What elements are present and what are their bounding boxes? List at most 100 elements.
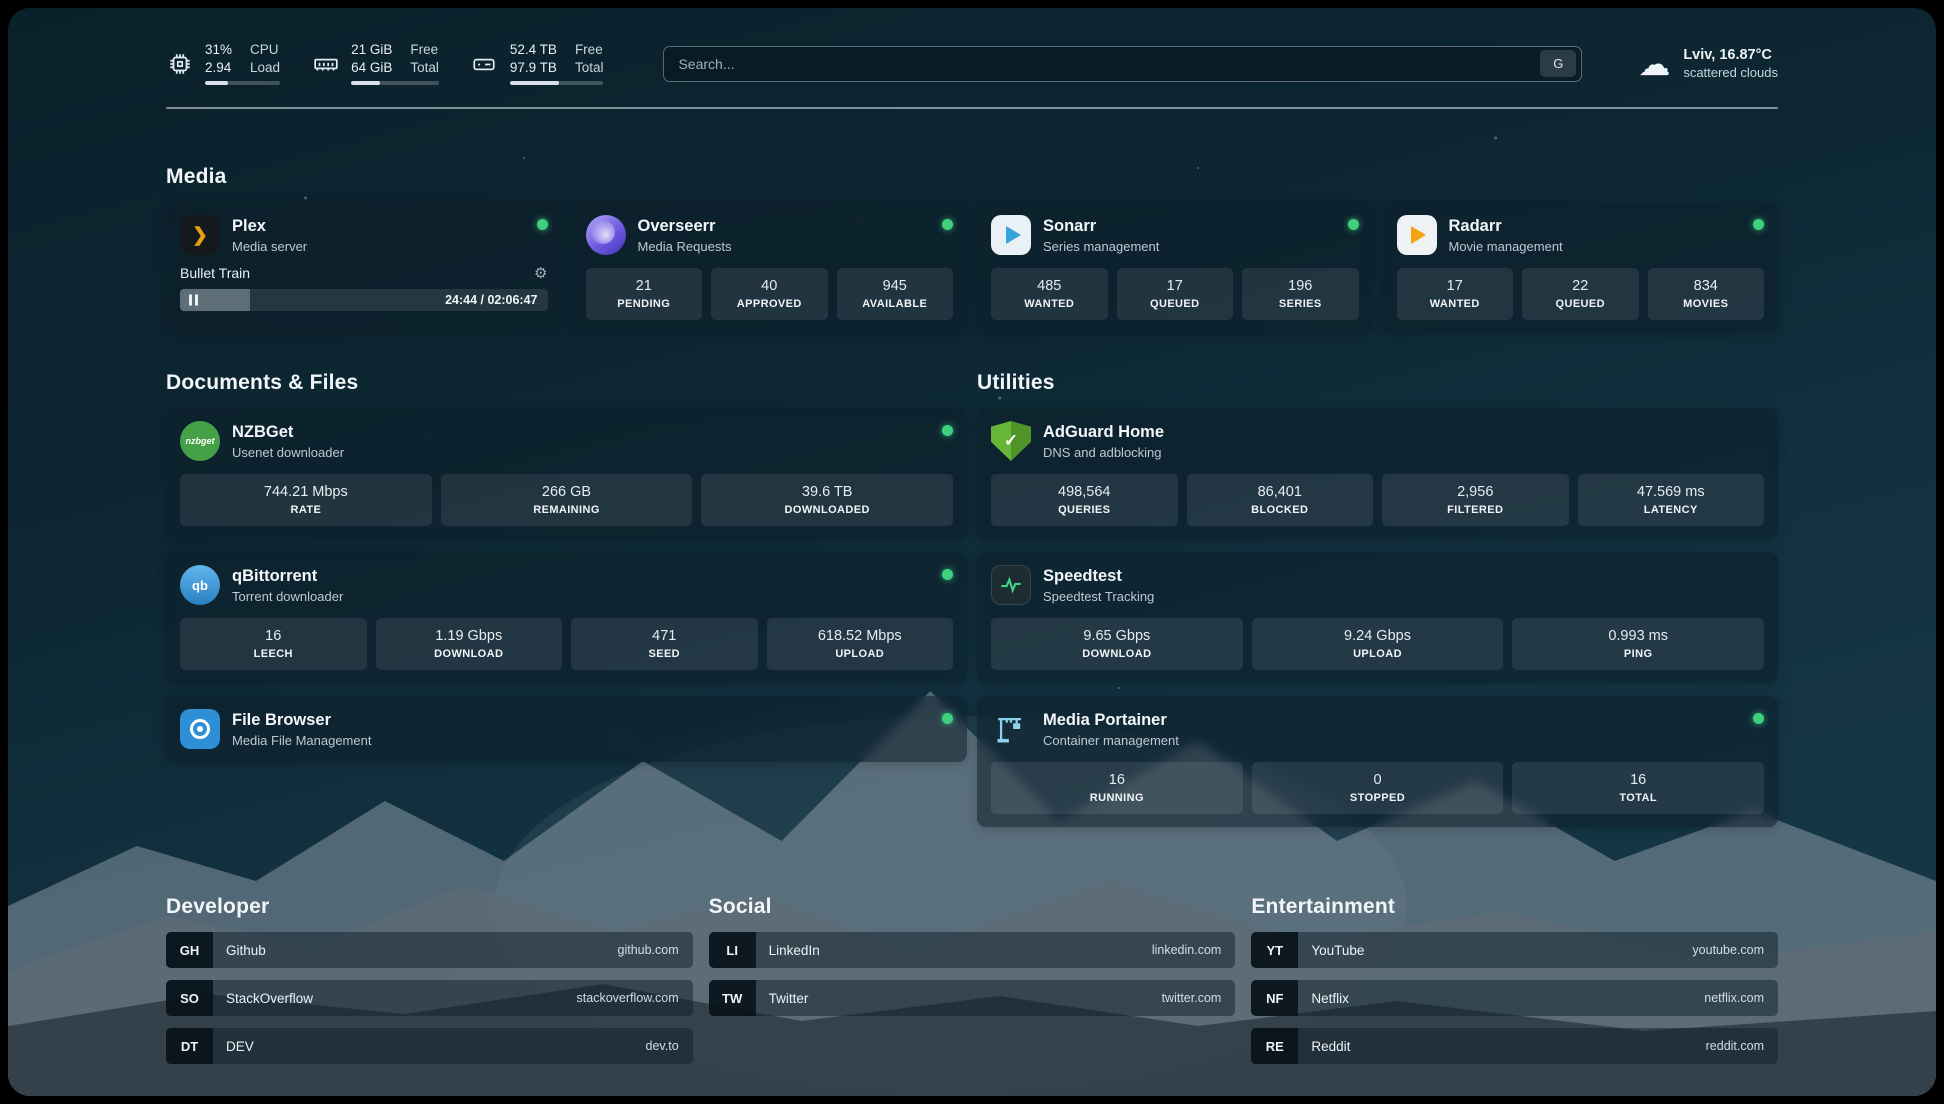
app-subtitle: Media server [232, 239, 525, 254]
ram-label-2: Total [410, 60, 439, 75]
app-name: File Browser [232, 711, 930, 730]
app-card-filebrowser[interactable]: File Browser Media File Management [166, 696, 967, 762]
status-dot [942, 713, 953, 724]
section-title-documents: Documents & Files [166, 371, 967, 395]
stat-label: WANTED [1024, 298, 1074, 310]
stat-label: DOWNLOAD [434, 648, 503, 660]
app-card-qbittorrent[interactable]: qb qBittorrent Torrent downloader 16 LEE… [166, 552, 967, 683]
ram-total: 64 GiB [351, 60, 392, 75]
section-title-utilities: Utilities [977, 371, 1778, 395]
stat-seed: 471 SEED [571, 618, 758, 670]
section-documents: Documents & Files nzbget NZBGet Usenet d… [166, 371, 967, 762]
speedtest-icon [991, 565, 1031, 605]
stat-label: QUERIES [1058, 504, 1110, 516]
bookmark-twitter[interactable]: TW Twitter twitter.com [709, 980, 1236, 1016]
settings-gear-icon[interactable]: ⚙ [534, 264, 547, 282]
weather-condition: scattered clouds [1683, 65, 1778, 80]
stat-queries: 498,564 QUERIES [991, 474, 1178, 526]
bookmark-abbr: YT [1251, 932, 1298, 968]
status-dot [1753, 219, 1764, 230]
stat-label: RATE [290, 504, 321, 516]
search-bar[interactable]: G [663, 46, 1582, 82]
stat-wanted: 485 WANTED [991, 268, 1108, 320]
bookmark-reddit[interactable]: RE Reddit reddit.com [1251, 1028, 1778, 1064]
stat-value: 9.24 Gbps [1344, 628, 1411, 644]
bookmark-github[interactable]: GH Github github.com [166, 932, 693, 968]
bookmark-stackoverflow[interactable]: SO StackOverflow stackoverflow.com [166, 980, 693, 1016]
stat-label: MOVIES [1683, 298, 1728, 310]
app-card-portainer[interactable]: Media Portainer Container management 16 … [977, 696, 1778, 827]
disk-icon [471, 50, 498, 77]
ram-free: 21 GiB [351, 42, 392, 57]
section-developer: Developer GH Github github.com SO StackO… [166, 895, 693, 1064]
app-name: Radarr [1449, 217, 1742, 236]
adguard-icon: ✓ [991, 421, 1031, 461]
cpu-loadavg: 2.94 [205, 60, 232, 75]
app-card-adguard[interactable]: ✓ AdGuard Home DNS and adblocking 498,56… [977, 408, 1778, 539]
bookmark-linkedin[interactable]: LI LinkedIn linkedin.com [709, 932, 1236, 968]
bookmark-name: DEV [226, 1039, 254, 1054]
stat-label: APPROVED [737, 298, 802, 310]
bookmark-abbr: SO [166, 980, 213, 1016]
stat-queued: 17 QUEUED [1117, 268, 1234, 320]
bookmark-dev[interactable]: DT DEV dev.to [166, 1028, 693, 1064]
stat-available: 945 AVAILABLE [837, 268, 954, 320]
bookmark-youtube[interactable]: YT YouTube youtube.com [1251, 932, 1778, 968]
bookmark-abbr: TW [709, 980, 756, 1016]
status-dot [942, 219, 953, 230]
pause-icon[interactable] [189, 295, 198, 306]
bookmark-url: github.com [618, 943, 679, 957]
sonarr-icon [991, 215, 1031, 255]
app-card-nzbget[interactable]: nzbget NZBGet Usenet downloader 744.21 M… [166, 408, 967, 539]
disk-progress-bar [510, 81, 604, 85]
bookmark-url: linkedin.com [1152, 943, 1221, 957]
cpu-icon [166, 50, 193, 77]
bookmark-url: youtube.com [1692, 943, 1764, 957]
app-subtitle: Movie management [1449, 239, 1742, 254]
cpu-label-1: CPU [250, 42, 280, 57]
stat-value: 86,401 [1258, 484, 1302, 500]
stat-value: 16 [1630, 772, 1646, 788]
stat-leech: 16 LEECH [180, 618, 367, 670]
stat-value: 9.65 Gbps [1083, 628, 1150, 644]
app-name: Overseerr [638, 217, 931, 236]
playback-progress-bar[interactable]: 24:44 / 02:06:47 [180, 289, 548, 311]
app-card-sonarr[interactable]: Sonarr Series management 485 WANTED 17 Q… [977, 202, 1373, 333]
bookmark-url: reddit.com [1706, 1039, 1764, 1053]
bookmark-netflix[interactable]: NF Netflix netflix.com [1251, 980, 1778, 1016]
stat-filtered: 2,956 FILTERED [1382, 474, 1569, 526]
app-card-speedtest[interactable]: Speedtest Speedtest Tracking 9.65 Gbps D… [977, 552, 1778, 683]
now-playing-title: Bullet Train [180, 265, 250, 281]
stat-total: 16 TOTAL [1512, 762, 1764, 814]
disk-label-1: Free [575, 42, 604, 57]
app-card-overseerr[interactable]: Overseerr Media Requests 21 PENDING 40 A… [572, 202, 968, 333]
section-social: Social LI LinkedIn linkedin.com TW Twitt… [709, 895, 1236, 1016]
stat-download: 1.19 Gbps DOWNLOAD [376, 618, 563, 670]
stat-latency: 47.569 ms LATENCY [1578, 474, 1765, 526]
app-subtitle: Series management [1043, 239, 1336, 254]
app-name: qBittorrent [232, 567, 930, 586]
app-card-plex[interactable]: ❯ Plex Media server Bullet Train ⚙ [166, 202, 562, 333]
app-subtitle: Usenet downloader [232, 445, 930, 460]
stat-value: 16 [1109, 772, 1125, 788]
app-card-radarr[interactable]: Radarr Movie management 17 WANTED 22 QUE… [1383, 202, 1779, 333]
cloud-icon: ☁ [1638, 48, 1670, 80]
stat-stopped: 0 STOPPED [1252, 762, 1504, 814]
stat-label: UPLOAD [1353, 648, 1402, 660]
search-input[interactable] [678, 56, 1540, 72]
stat-pending: 21 PENDING [586, 268, 703, 320]
ram-label-1: Free [410, 42, 439, 57]
disk-metric: 52.4 TB 97.9 TB Free Total [471, 42, 604, 85]
section-title-social: Social [709, 895, 1236, 919]
bookmark-url: stackoverflow.com [577, 991, 679, 1005]
bookmark-url: twitter.com [1162, 991, 1222, 1005]
app-subtitle: DNS and adblocking [1043, 445, 1764, 460]
plex-icon: ❯ [180, 215, 220, 255]
status-dot [1753, 713, 1764, 724]
search-engine-button[interactable]: G [1540, 50, 1576, 77]
disk-free: 52.4 TB [510, 42, 557, 57]
app-name: Plex [232, 217, 525, 236]
stat-value: 266 GB [542, 484, 591, 500]
weather-widget[interactable]: ☁ Lviv, 16.87°C scattered clouds [1638, 47, 1778, 80]
stat-label: RUNNING [1090, 792, 1144, 804]
